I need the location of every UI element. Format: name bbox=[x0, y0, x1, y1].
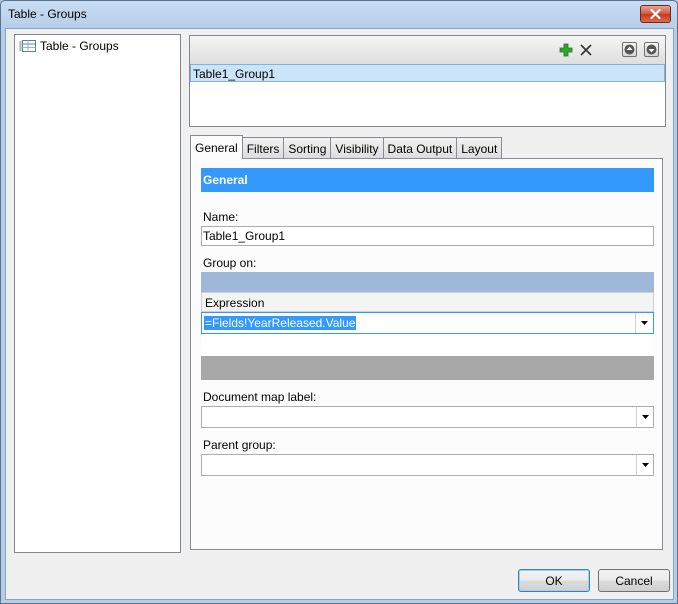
grid-empty-row[interactable] bbox=[201, 334, 654, 356]
group-on-grid: Expression =Fields!YearReleased.Value bbox=[201, 272, 654, 382]
document-map-label: Document map label: bbox=[203, 390, 317, 404]
move-up-button[interactable] bbox=[622, 42, 637, 57]
tab-general[interactable]: General bbox=[190, 135, 243, 159]
tab-layout[interactable]: Layout bbox=[456, 137, 503, 159]
group-tree[interactable]: Table - Groups bbox=[14, 34, 181, 553]
tab-sorting[interactable]: Sorting bbox=[283, 137, 332, 159]
group-on-label: Group on: bbox=[203, 256, 257, 270]
tab-data-output[interactable]: Data Output bbox=[382, 137, 458, 159]
groups-list-panel: Table1_Group1 bbox=[189, 35, 666, 127]
list-item-group[interactable]: Table1_Group1 bbox=[190, 64, 665, 82]
parent-group-label: Parent group: bbox=[203, 438, 276, 452]
window-title: Table - Groups bbox=[8, 7, 87, 21]
grid-top-bar bbox=[201, 272, 654, 292]
tree-item-root[interactable]: Table - Groups bbox=[19, 39, 119, 53]
delete-icon bbox=[579, 43, 592, 56]
general-tab-page: General Name: Table1_Group1 Group on: Ex… bbox=[190, 158, 663, 550]
tree-item-label: Table - Groups bbox=[40, 39, 119, 53]
parent-group-dropdown-button[interactable] bbox=[636, 455, 653, 475]
expression-combo[interactable]: =Fields!YearReleased.Value bbox=[201, 312, 654, 334]
expression-value[interactable]: =Fields!YearReleased.Value bbox=[204, 316, 357, 330]
tab-strip: General Filters Sorting Visibility Data … bbox=[190, 135, 503, 159]
delete-group-button[interactable] bbox=[577, 41, 594, 58]
add-icon bbox=[559, 43, 572, 56]
close-button[interactable] bbox=[640, 5, 671, 23]
dropdown-arrow-icon bbox=[641, 415, 649, 419]
grid-footer-bar bbox=[201, 356, 654, 380]
dialog-body: Table - Groups Table1_Group1 General Fil… bbox=[5, 28, 674, 600]
title-bar[interactable]: Table - Groups bbox=[1, 1, 677, 29]
grid-column-header: Expression bbox=[201, 292, 654, 312]
section-header: General bbox=[201, 168, 654, 192]
move-up-icon bbox=[624, 44, 635, 55]
document-map-dropdown-button[interactable] bbox=[636, 407, 653, 427]
cancel-button[interactable]: Cancel bbox=[598, 569, 670, 592]
name-field[interactable]: Table1_Group1 bbox=[201, 226, 654, 246]
tab-visibility[interactable]: Visibility bbox=[330, 137, 384, 159]
add-group-button[interactable] bbox=[557, 41, 574, 58]
name-label: Name: bbox=[203, 210, 239, 224]
close-icon bbox=[650, 9, 661, 19]
ok-button[interactable]: OK bbox=[518, 569, 590, 592]
dropdown-arrow-icon bbox=[641, 463, 649, 467]
groups-toolbar bbox=[190, 36, 665, 64]
dropdown-arrow-icon bbox=[641, 321, 648, 325]
dialog-window: Table - Groups Table - Groups Table1_Gro… bbox=[0, 0, 678, 604]
document-map-combo[interactable] bbox=[201, 406, 654, 428]
parent-group-combo[interactable] bbox=[201, 454, 654, 476]
move-down-icon bbox=[646, 44, 657, 55]
tab-filters[interactable]: Filters bbox=[241, 137, 285, 159]
table-icon bbox=[19, 40, 36, 52]
move-down-button[interactable] bbox=[644, 42, 659, 57]
expression-dropdown-button[interactable] bbox=[635, 313, 653, 333]
